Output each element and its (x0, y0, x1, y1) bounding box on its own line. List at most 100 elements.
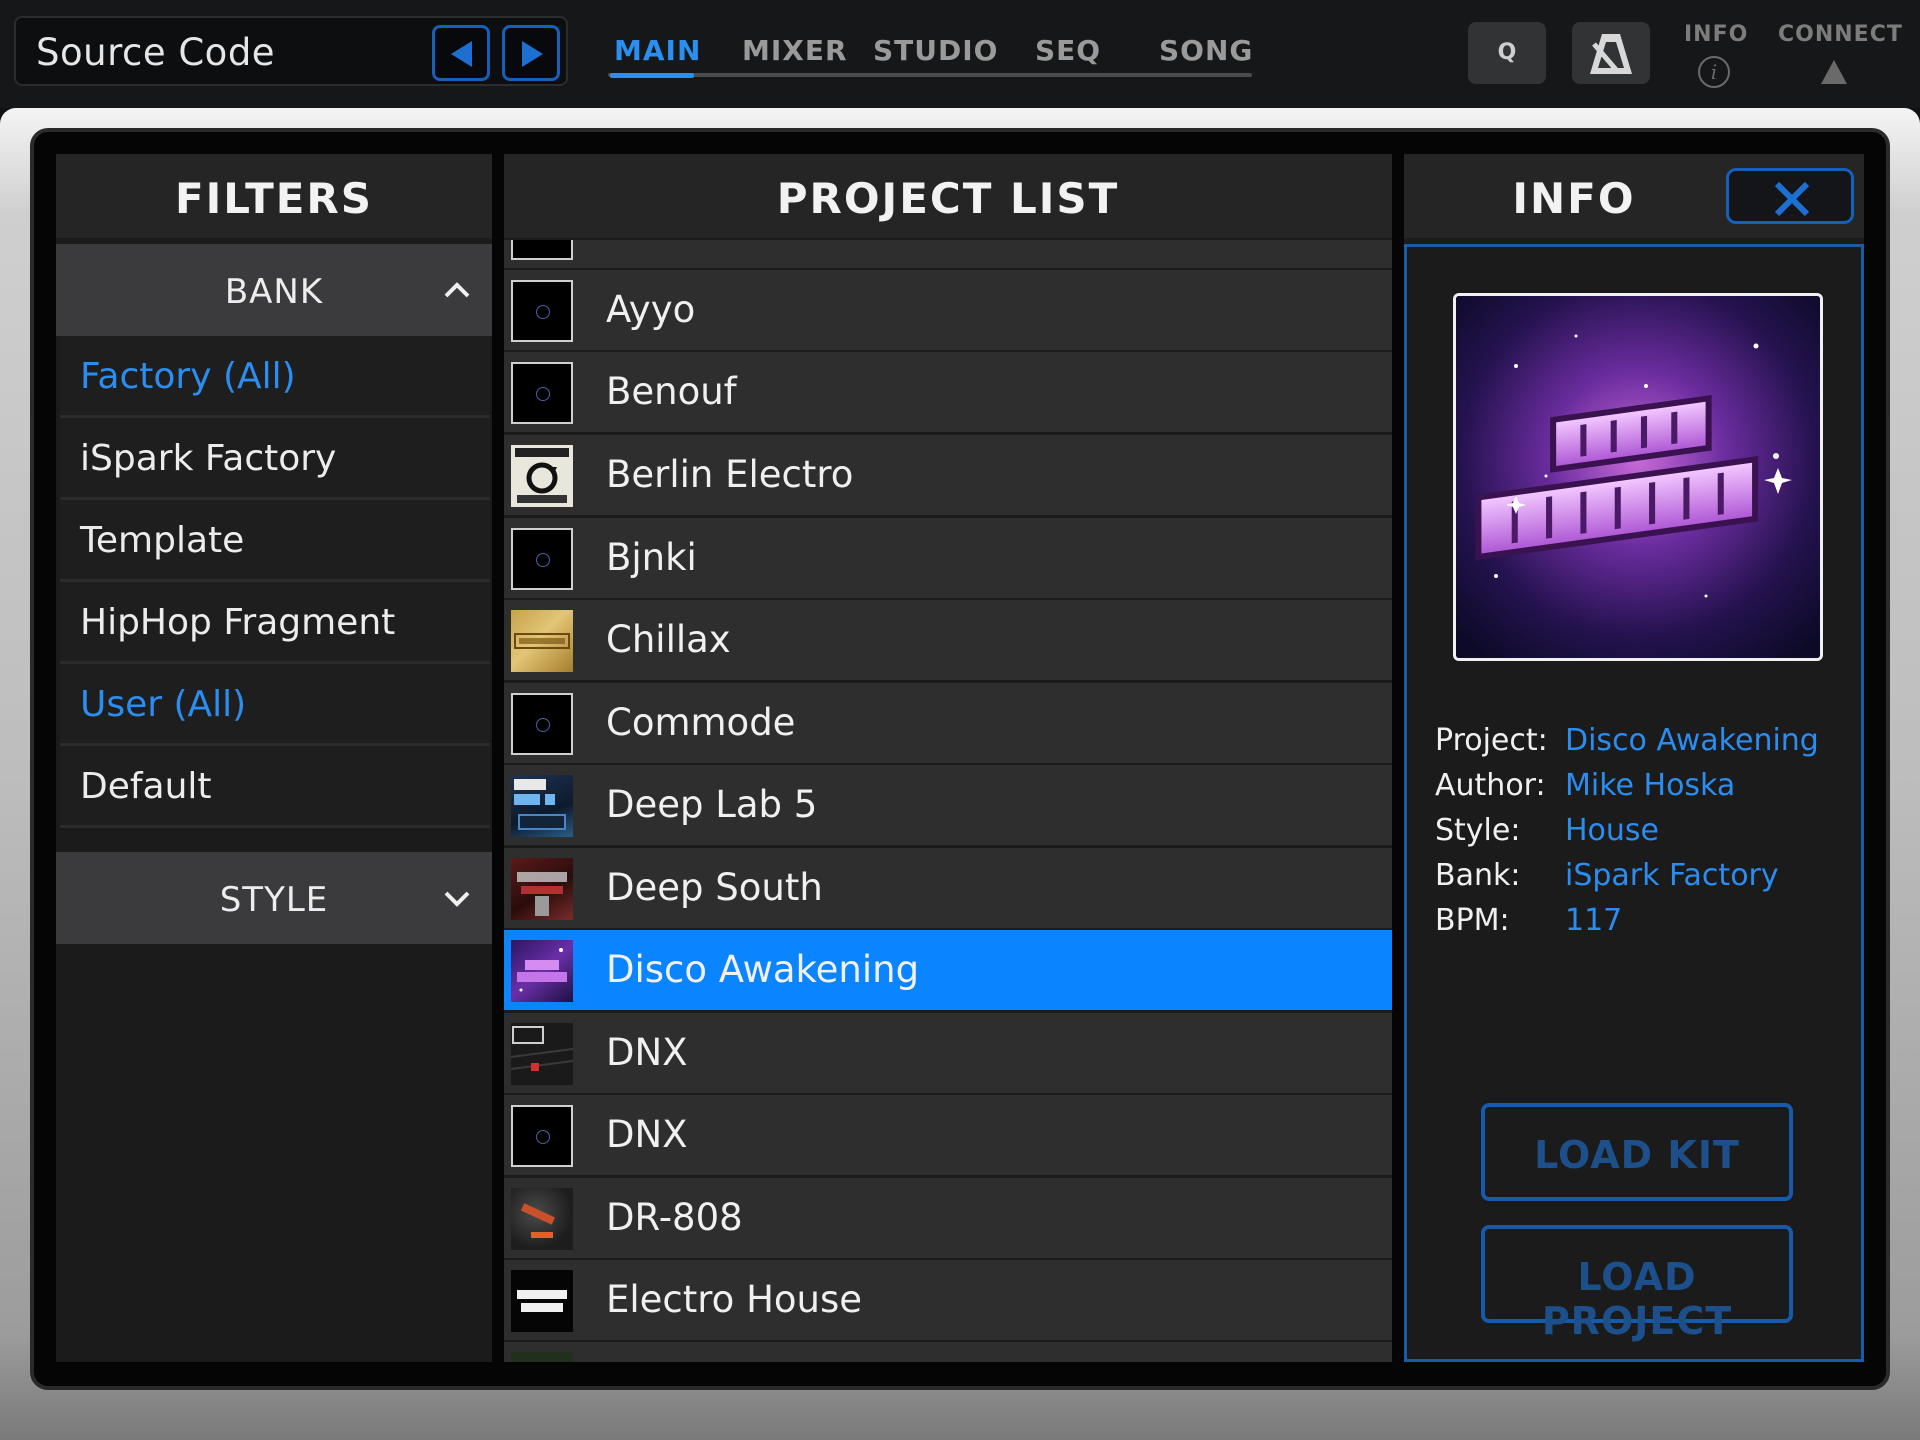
project-row[interactable]: DR-808 (504, 1178, 1392, 1258)
style-group-header[interactable]: STYLE (56, 852, 492, 944)
project-row[interactable]: Berlin Electro (504, 435, 1392, 515)
tab-studio[interactable]: STUDIO (873, 34, 998, 67)
project-row[interactable]: Deep Lab 5 (504, 765, 1392, 845)
filter-item-hiphop-fragment[interactable]: HipHop Fragment (60, 582, 490, 664)
project-list[interactable]: Ayyo Benouf Berlin Electro Bjnki Chillax… (504, 240, 1392, 1362)
project-thumbnail (511, 528, 573, 590)
info-panel: INFO Project: Disco Awakening Author: Mi… (1404, 154, 1864, 1362)
project-row[interactable]: Chillax (504, 600, 1392, 680)
filter-item-label: User (All) (80, 684, 247, 725)
top-bar: Source Code MAIN MIXER STUDIO SEQ SONG Q… (0, 0, 1920, 108)
bank-value: iSpark Factory (1565, 858, 1779, 893)
project-row[interactable]: Ayyo (504, 270, 1392, 350)
connect-label[interactable]: CONNECT (1778, 22, 1903, 47)
project-row[interactable]: Commode (504, 683, 1392, 763)
filter-item-template[interactable]: Template (60, 500, 490, 582)
project-name: Ayyo (606, 288, 696, 331)
deep-south-artwork (517, 872, 567, 916)
bank-label: BANK (224, 272, 324, 312)
metronome-button[interactable] (1572, 22, 1650, 84)
project-row[interactable]: Benouf (504, 352, 1392, 432)
bank-label: Bank: (1435, 858, 1521, 893)
project-row[interactable]: DNX (504, 1013, 1392, 1093)
project-row[interactable]: Electro House (504, 1260, 1392, 1340)
disco-awakening-thumbnail (517, 948, 567, 992)
tab-mixer[interactable]: MIXER (742, 34, 848, 67)
style-label: STYLE (219, 880, 329, 920)
project-row-partial[interactable] (504, 240, 1392, 268)
project-title-box: Source Code (14, 16, 568, 86)
next-project-button[interactable] (502, 25, 560, 81)
berlin-electro-artwork (511, 445, 573, 507)
project-thumbnail (511, 1270, 573, 1332)
electro-house-artwork (517, 1290, 567, 1312)
project-thumbnail (511, 280, 573, 342)
load-kit-button[interactable]: LOAD KIT (1481, 1103, 1793, 1201)
author-value: Mike Hoska (1565, 768, 1736, 803)
project-row-partial[interactable] (504, 1342, 1392, 1362)
chevron-up-icon (444, 282, 470, 298)
deep-lab-artwork (514, 779, 566, 830)
project-thumbnail (511, 1352, 573, 1362)
project-info-body: Project: Disco Awakening Author: Mike Ho… (1404, 244, 1864, 1362)
filter-item-label: Template (80, 520, 245, 561)
project-thumbnail (511, 362, 573, 424)
filters-title: FILTERS (174, 174, 374, 223)
project-name: Bjnki (606, 536, 697, 579)
connect-icon[interactable] (1821, 60, 1847, 84)
load-project-button[interactable]: LOAD PROJECT (1481, 1225, 1793, 1343)
dnx-artwork (511, 1026, 573, 1071)
tab-song[interactable]: SONG (1159, 34, 1253, 67)
tab-seq[interactable]: SEQ (1035, 34, 1101, 67)
load-kit-label: LOAD KIT (1534, 1133, 1740, 1177)
right-arrow-icon (522, 41, 543, 67)
project-list-header: PROJECT LIST (504, 154, 1392, 238)
filter-item-label: Factory (All) (80, 356, 296, 397)
info-icon[interactable]: i (1698, 56, 1730, 88)
tab-main[interactable]: MAIN (614, 34, 701, 67)
quantize-button[interactable]: Q (1468, 22, 1546, 84)
left-arrow-icon (451, 41, 472, 67)
bpm-label: BPM: (1435, 903, 1510, 938)
project-row[interactable]: Deep South (504, 848, 1392, 928)
project-name: DNX (606, 1031, 688, 1074)
project-value: Disco Awakening (1565, 723, 1819, 758)
project-name: Benouf (606, 370, 737, 413)
previous-project-button[interactable] (432, 25, 490, 81)
project-row[interactable]: DNX (504, 1095, 1392, 1175)
filter-item-ispark-factory[interactable]: iSpark Factory (60, 418, 490, 500)
project-thumbnail (511, 1105, 573, 1167)
filter-item-label: iSpark Factory (80, 438, 337, 479)
project-list-title: PROJECT LIST (776, 174, 1120, 223)
project-name: Berlin Electro (606, 453, 854, 496)
style-value: House (1565, 813, 1660, 848)
info-title: INFO (1512, 174, 1636, 223)
project-name: DNX (606, 1113, 688, 1156)
project-label: Project: (1435, 723, 1548, 758)
project-artwork (1453, 293, 1823, 661)
filter-item-default[interactable]: Default (60, 746, 490, 828)
filters-panel: FILTERS BANK Factory (All) iSpark Factor… (56, 154, 492, 1362)
filter-item-factory-all[interactable]: Factory (All) (60, 336, 490, 418)
project-row[interactable]: Bjnki (504, 518, 1392, 598)
style-label: Style: (1435, 813, 1521, 848)
dr808-artwork (520, 1203, 556, 1238)
filter-item-user-all[interactable]: User (All) (60, 664, 490, 746)
project-thumbnail (511, 610, 573, 672)
project-thumbnail (511, 775, 573, 837)
project-row-selected[interactable]: Disco Awakening (504, 930, 1392, 1010)
project-thumbnail (511, 1023, 573, 1085)
project-name: Disco Awakening (606, 948, 920, 991)
close-button[interactable] (1726, 168, 1854, 224)
filter-item-label: HipHop Fragment (80, 602, 396, 643)
project-thumbnail (511, 693, 573, 755)
info-header: INFO (1404, 154, 1864, 238)
project-thumbnail (511, 1188, 573, 1250)
project-thumbnail (511, 240, 573, 260)
disco-awakening-artwork (1456, 296, 1820, 658)
quantize-label: Q (1497, 40, 1517, 65)
main-tabs: MAIN MIXER STUDIO SEQ SONG (608, 0, 1252, 108)
bank-group-header[interactable]: BANK (56, 244, 492, 336)
close-icon (1774, 181, 1810, 217)
metronome-icon (1590, 34, 1632, 74)
